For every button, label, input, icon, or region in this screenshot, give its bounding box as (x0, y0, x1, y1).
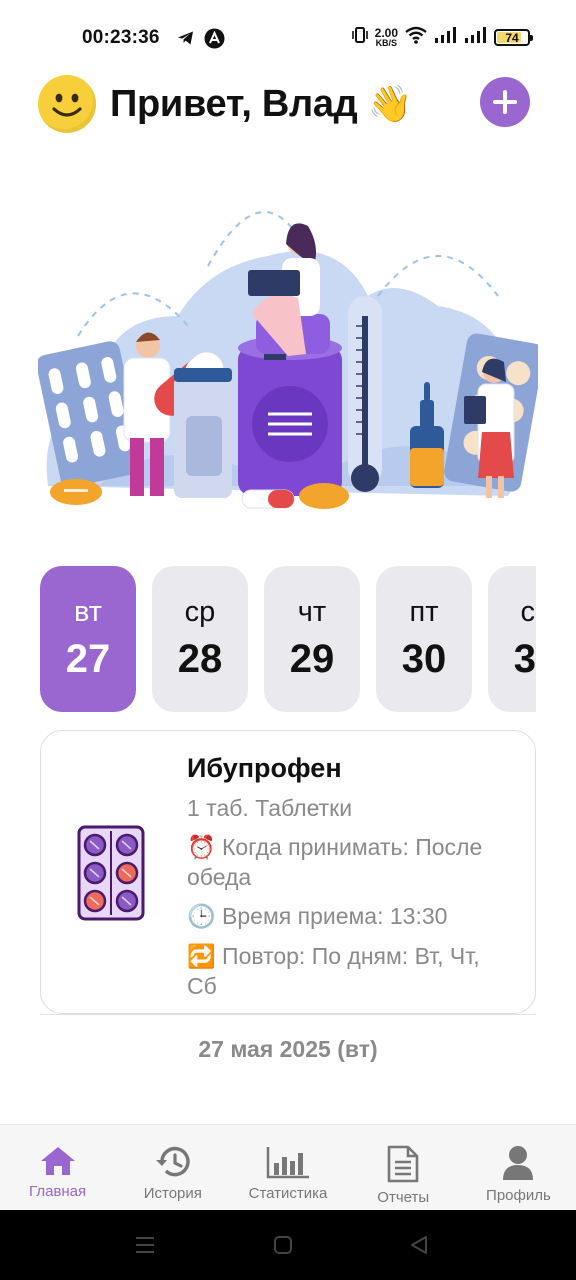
nav-statistics[interactable]: Статистика (230, 1125, 345, 1210)
nav-history[interactable]: История (115, 1125, 230, 1210)
nav-label: История (143, 1185, 202, 1202)
history-icon (155, 1146, 190, 1177)
wifi-icon (404, 26, 428, 49)
medication-when: ⏰ Когда принимать: После обеда (187, 834, 483, 890)
day-number: 30 (401, 637, 447, 681)
add-medication-button[interactable] (480, 77, 530, 127)
divider (40, 1014, 536, 1015)
nav-reports[interactable]: Отчеты (346, 1125, 461, 1210)
greeting-title: Привет, Влад (110, 82, 358, 125)
telegram-icon (176, 28, 196, 53)
day-chip-selected[interactable]: вт 27 (40, 566, 136, 712)
day-chip[interactable]: сб 31 (488, 566, 536, 712)
selected-date: 27 мая 2025 (вт) (198, 1036, 378, 1062)
day-name: чт (297, 596, 327, 628)
repeat-icon: 🔁 (187, 944, 216, 970)
nav-home[interactable]: Главная (0, 1125, 115, 1210)
status-time: 00:23:36 (82, 27, 160, 48)
back-icon[interactable] (408, 1234, 430, 1256)
plus-icon (493, 90, 517, 114)
app-icon (204, 28, 225, 54)
nav-label: Главная (29, 1183, 87, 1200)
document-icon (387, 1145, 419, 1183)
medication-card[interactable]: Ибупрофен 1 таб. Таблетки ⏰ Когда приним… (40, 730, 536, 1014)
signal-icon (434, 27, 458, 48)
day-chip[interactable]: ср 28 (152, 566, 248, 712)
day-name: сб (520, 596, 536, 628)
status-bar: 00:23:36 2.00 KB/S 74 (0, 0, 576, 78)
day-name: вт (73, 596, 103, 628)
header: Привет, Влад 👋 (38, 74, 530, 134)
menu-icon[interactable] (134, 1234, 156, 1256)
day-name: пт (409, 596, 439, 628)
battery-icon: 74 (494, 29, 533, 46)
bottom-navigation: Главная История Статистика Отчеты Профил… (0, 1124, 576, 1210)
nav-label: Отчеты (377, 1189, 430, 1206)
nav-profile[interactable]: Профиль (461, 1125, 576, 1210)
day-chip[interactable]: пт 30 (376, 566, 472, 712)
medication-time: 🕒 Время приема: 13:30 (187, 903, 448, 930)
nav-label: Статистика (248, 1185, 328, 1202)
signal-icon (464, 27, 488, 48)
user-icon (503, 1146, 534, 1180)
system-navigation-bar (0, 1210, 576, 1280)
day-number: 29 (289, 637, 335, 681)
medication-name: Ибупрофен (187, 753, 342, 783)
network-speed: 2.00 KB/S (374, 26, 398, 48)
nav-label: Профиль (486, 1187, 551, 1204)
day-number: 31 (513, 637, 536, 681)
waving-hand-icon: 👋 (367, 84, 413, 125)
pill-blister-icon (77, 825, 145, 926)
bar-chart-icon (266, 1147, 309, 1179)
medication-dose: 1 таб. Таблетки (187, 795, 353, 821)
home-square-icon[interactable] (272, 1234, 294, 1256)
day-number: 28 (177, 637, 223, 681)
medication-repeat: 🔁 Повтор: По дням: Вт, Чт, Сб (187, 943, 480, 999)
medical-illustration (36, 186, 544, 526)
alarm-clock-icon: ⏰ (187, 835, 216, 861)
day-name: ср (184, 596, 216, 628)
smiley-face-icon (38, 75, 96, 133)
home-icon (40, 1147, 75, 1175)
day-number: 27 (65, 637, 111, 681)
day-selector: вт 27 ср 28 чт 29 пт 30 сб 31 (40, 566, 536, 714)
clock-icon: 🕒 (187, 904, 216, 930)
vibrate-icon (351, 26, 369, 49)
day-chip[interactable]: чт 29 (264, 566, 360, 712)
